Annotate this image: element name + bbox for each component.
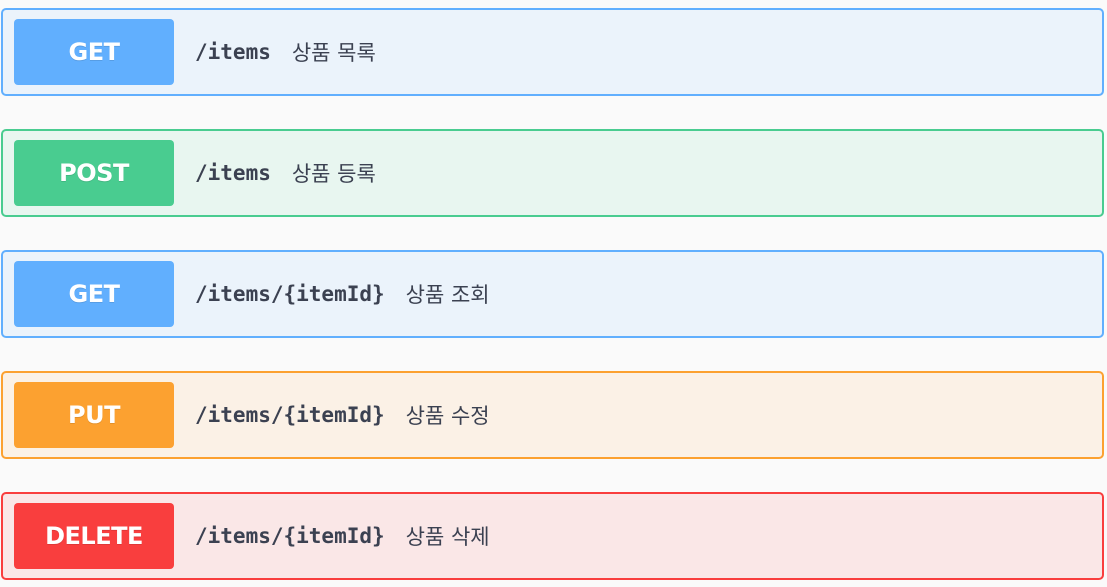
operation-get-item-by-id[interactable]: GET /items/{itemId} 상품 조회 bbox=[1, 250, 1104, 338]
operation-path: /items/{itemId} bbox=[195, 524, 385, 548]
operation-path: /items/{itemId} bbox=[195, 403, 385, 427]
operation-post-items[interactable]: POST /items 상품 등록 bbox=[1, 129, 1104, 217]
operation-path: /items/{itemId} bbox=[195, 282, 385, 306]
method-badge-get: GET bbox=[14, 19, 174, 85]
method-badge-delete: DELETE bbox=[14, 503, 174, 569]
method-badge-get: GET bbox=[14, 261, 174, 327]
operation-path: /items bbox=[195, 40, 271, 64]
operation-get-items[interactable]: GET /items 상품 목록 bbox=[1, 8, 1104, 96]
operation-summary: 상품 조회 bbox=[405, 283, 490, 307]
operation-put-item-by-id[interactable]: PUT /items/{itemId} 상품 수정 bbox=[1, 371, 1104, 459]
operation-delete-item-by-id[interactable]: DELETE /items/{itemId} 상품 삭제 bbox=[1, 492, 1104, 580]
operation-summary: 상품 수정 bbox=[405, 404, 490, 428]
method-badge-put: PUT bbox=[14, 382, 174, 448]
operation-summary: 상품 목록 bbox=[291, 41, 376, 65]
operation-summary: 상품 삭제 bbox=[405, 525, 490, 549]
method-badge-post: POST bbox=[14, 140, 174, 206]
api-operations-list: GET /items 상품 목록 POST /items 상품 등록 GET /… bbox=[0, 0, 1107, 587]
operation-path: /items bbox=[195, 161, 271, 185]
operation-summary: 상품 등록 bbox=[291, 162, 376, 186]
